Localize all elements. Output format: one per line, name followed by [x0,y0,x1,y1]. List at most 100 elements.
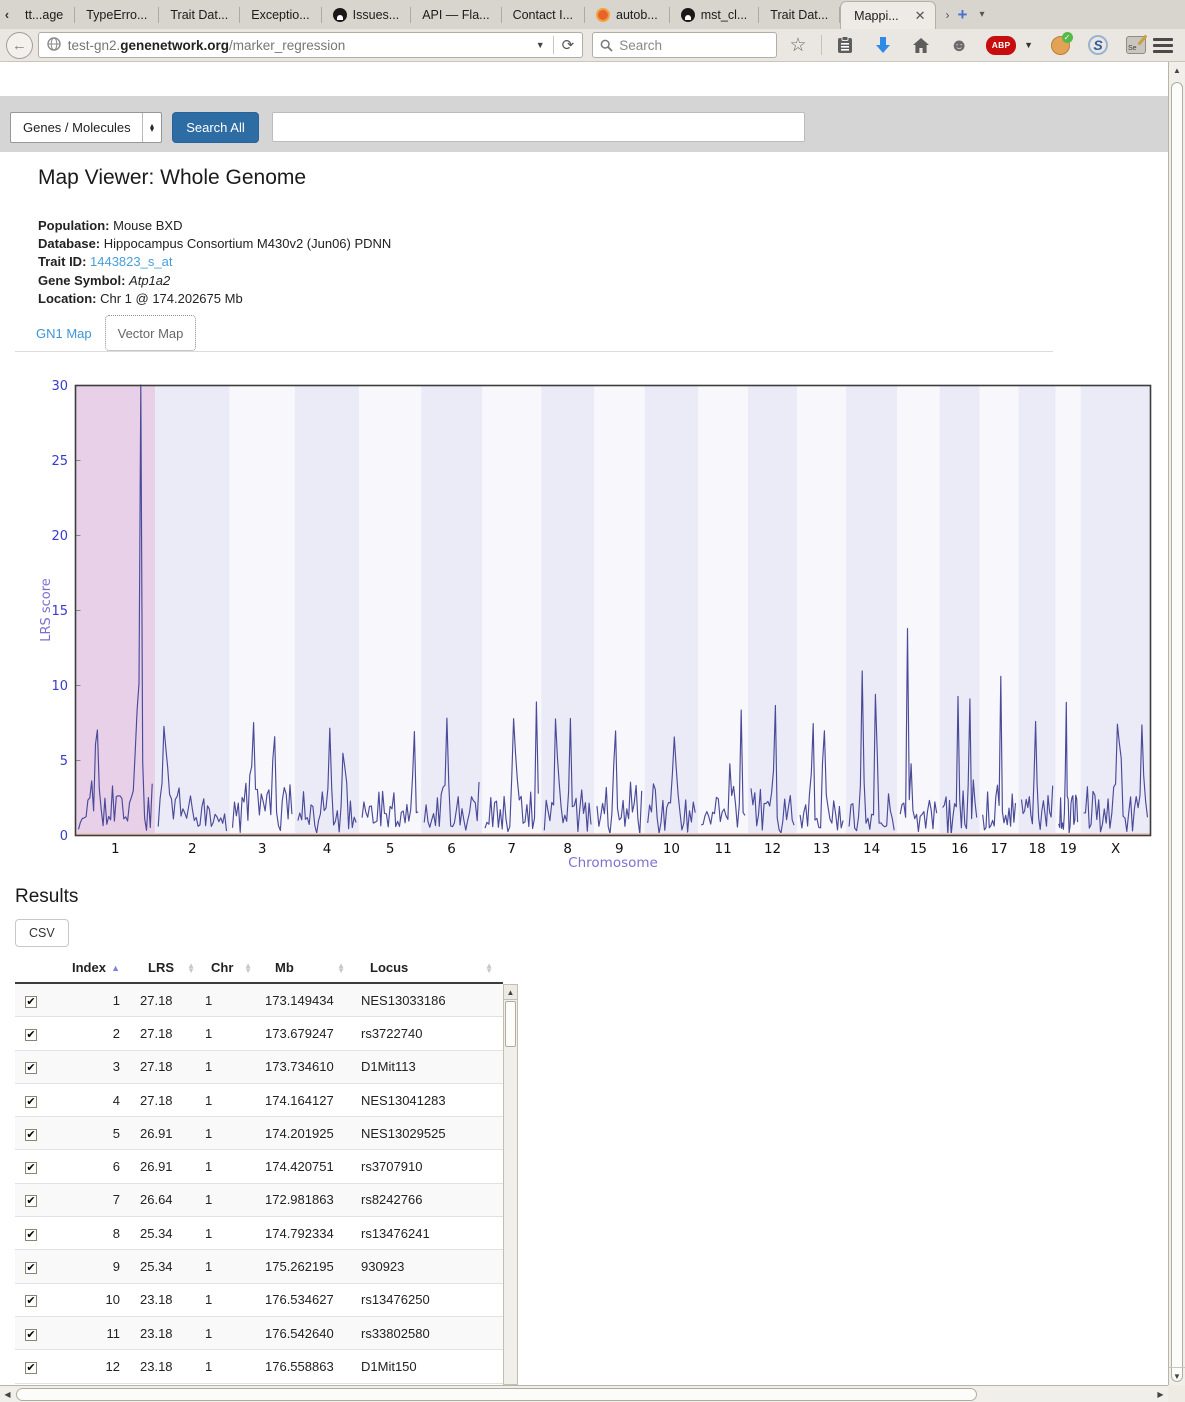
url-bar[interactable]: test-gn2.genenetwork.org/marker_regressi… [38,32,584,58]
sort-toggle-icon[interactable]: ▲▼ [244,963,252,973]
tab-scroll-left-icon[interactable]: ‹ [0,0,14,29]
scroll-up-icon[interactable]: ▲ [1169,62,1185,79]
sort-toggle-icon[interactable]: ▲▼ [187,963,195,973]
browser-tab[interactable]: API — Fla... [411,0,500,29]
row-checkbox[interactable]: ✔ [25,1195,37,1207]
browser-tab-active[interactable]: Mappi... ✕ [840,1,935,29]
table-scroll-up-icon[interactable]: ▲ [504,985,517,1000]
bookmark-star-icon[interactable]: ☆ [787,34,809,56]
bookmarks-sidebar-icon[interactable] [834,34,856,56]
menu-icon[interactable] [1153,38,1173,53]
table-row: ✔227.181173.679247rs3722740 [15,1017,503,1050]
browser-tab[interactable]: TypeErro... [75,0,158,29]
browser-tab[interactable]: Trait Dat... [759,0,839,29]
browser-tab[interactable]: Issues... [322,0,411,29]
svg-text:1: 1 [111,841,120,857]
sort-toggle-icon[interactable]: ▲▼ [337,963,345,973]
browser-tab[interactable]: Exceptio... [240,0,320,29]
row-checkbox[interactable]: ✔ [25,1362,37,1374]
browser-tab[interactable]: Contact I... [502,0,584,29]
back-button[interactable]: ← [6,32,33,59]
tab-close-icon[interactable]: ✕ [915,8,926,24]
row-checkbox[interactable]: ✔ [25,1062,37,1074]
cell-mb: 174.201925 [262,1126,355,1141]
trait-id-link[interactable]: 1443823_s_at [90,254,172,269]
use-genenetwork1-link[interactable]: Use GeneNetwork 1 [782,77,904,92]
cell-loc: rs13476241 [355,1226,503,1241]
tab-scroll-right-icon[interactable]: › [946,0,950,29]
browser-tab[interactable]: mst_cl... [670,0,759,29]
row-checkbox[interactable]: ✔ [25,1096,37,1108]
horizontal-scroll-thumb[interactable] [16,1388,977,1401]
downloads-icon[interactable] [872,34,894,56]
tab-gn1-map[interactable]: GN1 Map [36,326,92,341]
search-category-select[interactable]: Genes / Molecules ▴▾ [10,112,162,143]
page-vertical-scrollbar[interactable]: ▲ ▼ [1168,62,1185,1385]
row-checkbox[interactable]: ✔ [25,1262,37,1274]
nav-item-references[interactable]: References [440,77,515,92]
nav-item-collections[interactable]: Collections [284,77,357,92]
search-query-input[interactable] [272,112,805,142]
vertical-scroll-thumb[interactable] [1171,82,1183,1382]
row-checkbox[interactable]: ✔ [25,1129,37,1141]
new-tab-button[interactable]: + [958,0,968,29]
column-header-chr[interactable]: Chr▲▼ [205,960,262,975]
scroll-down-icon[interactable]: ▼ [1169,1367,1185,1384]
column-header-lrs[interactable]: LRS▲▼ [130,960,205,975]
row-checkbox[interactable]: ✔ [25,1029,37,1041]
github-favicon-icon [333,8,347,22]
nav-item-links[interactable]: Links [574,77,613,92]
column-header-index[interactable]: Index▲ [60,960,130,975]
genome-scan-chart: 12345678910111213141516171819X0510152025… [0,378,1168,878]
session-manager-icon[interactable]: S [1087,34,1109,56]
nav-item-policies[interactable]: Policies [518,77,572,92]
search-all-button[interactable]: Search All [172,112,259,143]
scrollbar-corner [1168,1385,1185,1402]
row-checkbox[interactable]: ✔ [25,1295,37,1307]
adblock-dropdown-icon[interactable]: ▼ [1024,40,1033,50]
scroll-right-icon[interactable]: ▶ [1153,1386,1168,1402]
cell-idx: 12 [60,1359,130,1374]
cell-idx: 4 [60,1093,130,1108]
csv-button[interactable]: CSV [15,919,69,947]
svg-text:4: 4 [323,841,332,857]
table-scroll-thumb[interactable] [505,1001,516,1047]
tab-vector-map[interactable]: Vector Map [105,315,196,351]
nav-item-search[interactable]: Search [232,77,282,92]
edit-session-icon[interactable]: Se [1125,34,1147,56]
svg-text:3: 3 [258,841,267,857]
browser-tab[interactable]: tt...age [14,0,74,29]
reload-icon[interactable]: ⟳ [554,36,583,54]
browser-tab[interactable]: Trait Dat... [159,0,239,29]
table-scrollbar[interactable]: ▲ [503,984,518,1385]
site-identity-globe-icon[interactable] [47,37,61,54]
page-horizontal-scrollbar[interactable]: ◀ ▶ [0,1385,1168,1402]
browser-search-field[interactable]: Search [592,32,777,58]
row-checkbox[interactable]: ✔ [25,1162,37,1174]
row-checkbox[interactable]: ✔ [25,1329,37,1341]
nav-item-sign-in[interactable]: Sign in [705,77,754,92]
row-checkbox[interactable]: ✔ [25,996,37,1008]
site-brand[interactable]: GeneNetwork [17,76,107,92]
svg-text:19: 19 [1060,841,1077,857]
row-checkbox[interactable]: ✔ [25,1229,37,1241]
home-icon[interactable] [910,34,932,56]
chat-icon[interactable]: ☻ [948,34,970,56]
cell-loc: rs13476250 [355,1292,503,1307]
scroll-left-icon[interactable]: ◀ [0,1386,15,1402]
nav-item-help[interactable]: Help [359,77,395,92]
select-dropdown-icon[interactable]: ▴▾ [142,113,161,142]
sort-toggle-icon[interactable]: ▲▼ [485,963,493,973]
column-header-locus[interactable]: Locus▲▼ [355,960,503,975]
url-dropdown-icon[interactable]: ▼ [528,40,553,50]
tab-title: autob... [616,8,658,22]
list-all-tabs-icon[interactable]: ▾ [979,0,984,29]
browser-tab[interactable]: autob... [585,0,669,29]
column-header-mb[interactable]: Mb▲▼ [262,960,355,975]
nav-item-intro[interactable]: Intro [195,77,230,92]
adblock-plus-icon[interactable]: ABP [986,34,1016,56]
cookie-manager-icon[interactable] [1049,34,1071,56]
nav-item-news[interactable]: News [397,77,439,92]
nav-item-environments[interactable]: Environments [615,77,703,92]
sort-ascending-icon[interactable]: ▲ [111,963,120,973]
